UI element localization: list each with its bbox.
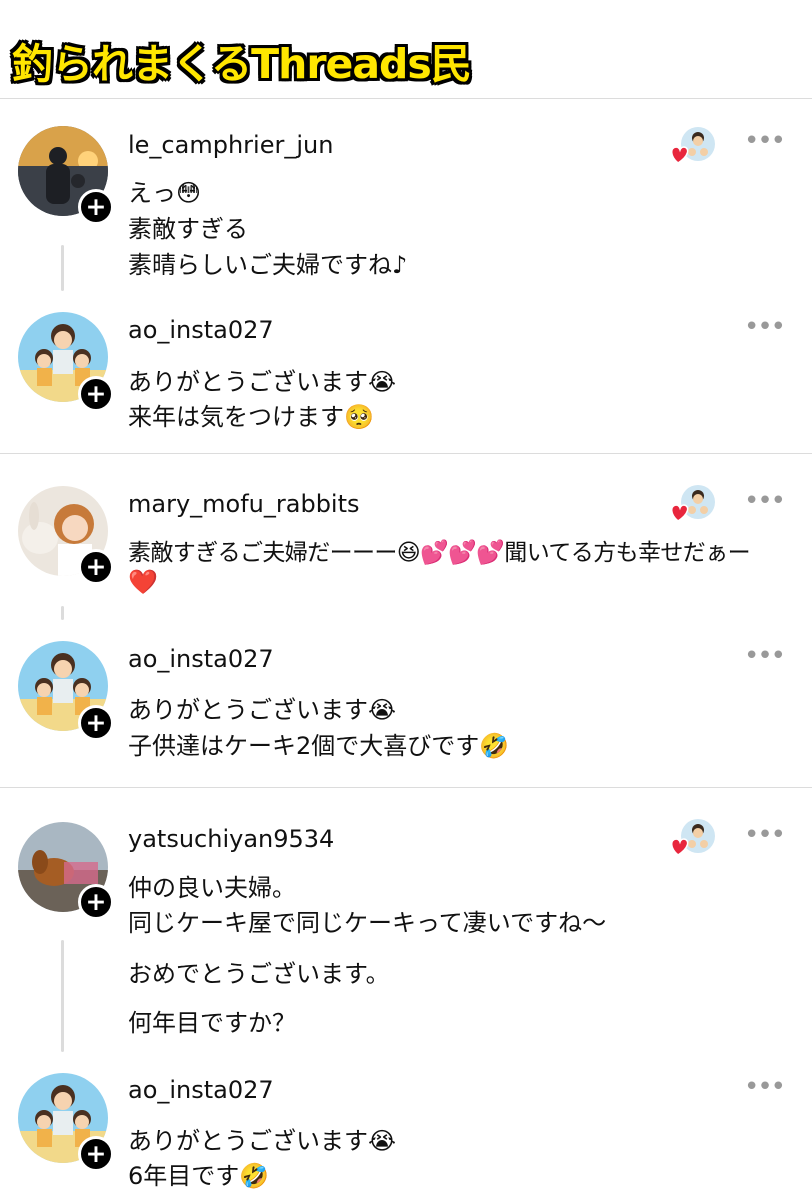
comment-text-line: 素敵すぎる [128, 215, 248, 243]
more-options-icon[interactable]: ••• [744, 314, 786, 342]
username[interactable]: mary_mofu_rabbits [128, 490, 360, 518]
reply-text-line: ありがとうございます😭 [128, 696, 397, 724]
username[interactable]: le_camphrier_jun [128, 131, 333, 159]
thread-connector [61, 940, 64, 1052]
reply-text-line: 6年目です🤣 [128, 1162, 270, 1190]
comment-text-line: 素晴らしいご夫婦ですね♪ [128, 251, 408, 279]
thread-divider [0, 453, 812, 454]
thread-connector [61, 245, 64, 291]
page-title: 釣られまくるThreads民 [12, 40, 472, 88]
comment-text-line: えっ😳 [128, 179, 202, 207]
comment-text-line: ❤️ [128, 568, 158, 596]
comment-text-line: 素敵すぎるご夫婦だーーー😆💕💕💕聞いてる方も幸せだぁー [128, 540, 751, 566]
more-options-icon[interactable]: ••• [744, 488, 786, 516]
comment-text-line: 同じケーキ屋で同じケーキって凄いですね〜 [128, 909, 607, 937]
follow-plus-icon[interactable]: + [78, 376, 114, 412]
username[interactable]: yatsuchiyan9534 [128, 825, 334, 853]
more-options-icon[interactable]: ••• [744, 822, 786, 850]
comment-text-line: 何年目ですか？ [128, 1009, 296, 1037]
more-options-icon[interactable]: ••• [744, 643, 786, 671]
comment-text-line: おめでとうございます。 [128, 960, 390, 988]
reply-text-line: 子供達はケーキ2個で大喜びです🤣 [128, 732, 510, 760]
header: 釣られまくるThreads民 [0, 0, 812, 99]
username[interactable]: ao_insta027 [128, 645, 274, 673]
reply-text-line: ありがとうございます😭 [128, 1127, 397, 1155]
follow-plus-icon[interactable]: + [78, 705, 114, 741]
username[interactable]: ao_insta027 [128, 316, 274, 344]
follow-plus-icon[interactable]: + [78, 549, 114, 585]
reply-text-line: ありがとうございます😭 [128, 368, 397, 396]
thread-divider [0, 787, 812, 788]
thread-connector [61, 606, 64, 620]
more-options-icon[interactable]: ••• [744, 1074, 786, 1102]
comment-text-line: 仲の良い夫婦。 [128, 874, 296, 902]
liked-by-author-heart-icon [668, 126, 716, 166]
liked-by-author-heart-icon [668, 818, 716, 858]
follow-plus-icon[interactable]: + [78, 189, 114, 225]
more-options-icon[interactable]: ••• [744, 128, 786, 156]
follow-plus-icon[interactable]: + [78, 1136, 114, 1172]
username[interactable]: ao_insta027 [128, 1076, 274, 1104]
liked-by-author-heart-icon [668, 484, 716, 524]
reply-text-line: 来年は気をつけます🥺 [128, 403, 374, 431]
follow-plus-icon[interactable]: + [78, 884, 114, 920]
